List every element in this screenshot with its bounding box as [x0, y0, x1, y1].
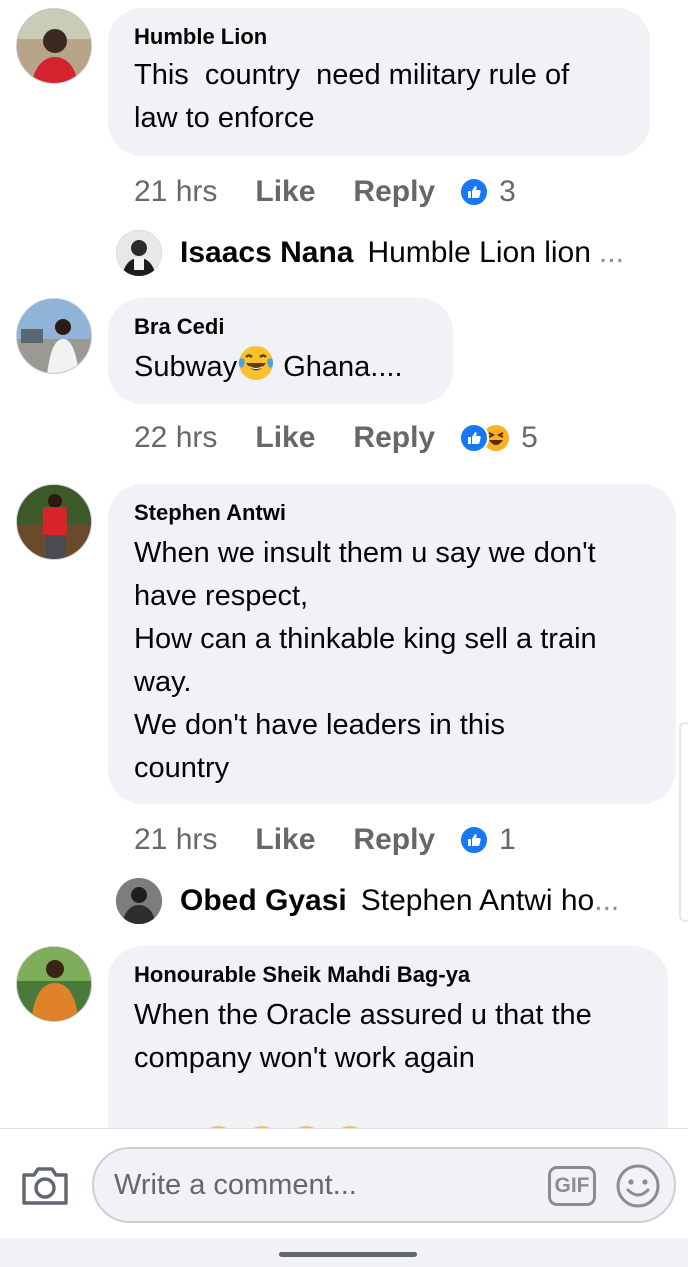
avatar[interactable]	[16, 8, 92, 84]
comment-bubble: Bra Cedi Subway Ghana....	[108, 298, 453, 404]
comment-text-line: When the Oracle assured u that the	[134, 999, 592, 1031]
comment-text: This country need military rule of law t…	[134, 54, 626, 140]
comment-actions: 21 hrs Like Reply 3	[134, 172, 516, 212]
reply-ellipsis: ...	[598, 236, 624, 269]
comment-bubble: Stephen Antwi When we insult them u say …	[108, 484, 676, 804]
comment-text: Subway Ghana....	[134, 344, 429, 395]
reaction-summary[interactable]: 3	[459, 175, 516, 209]
like-reaction-icon	[459, 177, 490, 207]
like-reaction-icon	[459, 423, 490, 453]
reaction-summary[interactable]: 5	[459, 421, 538, 455]
comment-author[interactable]: Humble Lion	[134, 24, 626, 50]
scroll-indicator[interactable]	[679, 722, 688, 922]
comment-text-line: We don't have leaders in this	[134, 709, 505, 741]
like-reaction-icon	[459, 825, 490, 855]
comment-timestamp[interactable]: 21 hrs	[134, 175, 217, 209]
comment-text-line: company won't work again	[134, 1042, 475, 1074]
comment-actions: 21 hrs Like Reply 1	[134, 820, 516, 860]
comment-author[interactable]: Honourable Sheik Mahdi Bag-ya	[134, 962, 644, 988]
smiley-icon[interactable]	[615, 1163, 661, 1209]
reply-preview[interactable]: Isaacs Nana Humble Lion lion ...	[116, 228, 656, 278]
comment-author[interactable]: Bra Cedi	[134, 314, 429, 340]
comment-timestamp[interactable]: 22 hrs	[134, 421, 217, 455]
reply-button[interactable]: Reply	[353, 823, 435, 857]
comment-text-line: When we insult them u say we don't	[134, 537, 596, 569]
reply-preview[interactable]: Obed Gyasi Stephen Antwi ho ...	[116, 876, 656, 926]
gif-icon[interactable]: GIF	[548, 1166, 596, 1206]
reply-text: Stephen Antwi ho	[360, 884, 595, 917]
comment-text-part: Subway	[134, 351, 238, 383]
like-button[interactable]: Like	[255, 175, 315, 209]
comment-timestamp[interactable]: 21 hrs	[134, 823, 217, 857]
like-button[interactable]: Like	[255, 421, 315, 455]
reply-author[interactable]: Isaacs Nana	[180, 236, 353, 270]
comment-input[interactable]: Write a comment... GIF	[92, 1147, 676, 1223]
avatar	[116, 230, 162, 276]
reply-button[interactable]: Reply	[353, 175, 435, 209]
like-button[interactable]: Like	[255, 823, 315, 857]
avatar	[116, 878, 162, 924]
camera-icon[interactable]	[20, 1165, 70, 1207]
comment-actions: 22 hrs Like Reply 5	[134, 418, 538, 458]
comment-text-line: country	[134, 752, 230, 784]
reply-button[interactable]: Reply	[353, 421, 435, 455]
emoji-row	[134, 1080, 644, 1160]
comment-input-placeholder: Write a comment...	[114, 1169, 357, 1201]
reaction-summary[interactable]: 1	[459, 823, 516, 857]
reply-ellipsis: ...	[594, 884, 620, 917]
comment-text-line: have respect,	[134, 580, 309, 612]
avatar[interactable]	[16, 298, 92, 374]
reaction-count: 1	[499, 823, 516, 856]
comment-composer: Write a comment... GIF	[0, 1128, 688, 1238]
reaction-count: 5	[521, 421, 538, 454]
comment-text: When the Oracle assured u that the compa…	[134, 994, 644, 1160]
comment-text-line: way.	[134, 666, 192, 698]
comment-author[interactable]: Stephen Antwi	[134, 500, 652, 526]
comment-text-line: How can a thinkable king sell a train	[134, 623, 597, 655]
avatar[interactable]	[16, 946, 92, 1022]
comment-text: When we insult them u say we don't have …	[134, 532, 652, 790]
reply-author[interactable]: Obed Gyasi	[180, 884, 347, 918]
laughing-crying-emoji-icon	[237, 344, 275, 395]
comment-text-line: law to enforce	[134, 102, 315, 134]
comment-text-line: This country need military rule of	[134, 59, 570, 91]
avatar[interactable]	[16, 484, 92, 560]
comment-text-part: Ghana....	[275, 351, 403, 383]
comment-bubble: Honourable Sheik Mahdi Bag-ya When the O…	[108, 946, 668, 1160]
reply-text: Humble Lion lion	[367, 236, 591, 269]
comment-bubble: Humble Lion This country need military r…	[108, 8, 650, 156]
system-nav-bar	[0, 1238, 688, 1267]
reaction-count: 3	[499, 175, 516, 208]
home-indicator[interactable]	[279, 1252, 417, 1257]
